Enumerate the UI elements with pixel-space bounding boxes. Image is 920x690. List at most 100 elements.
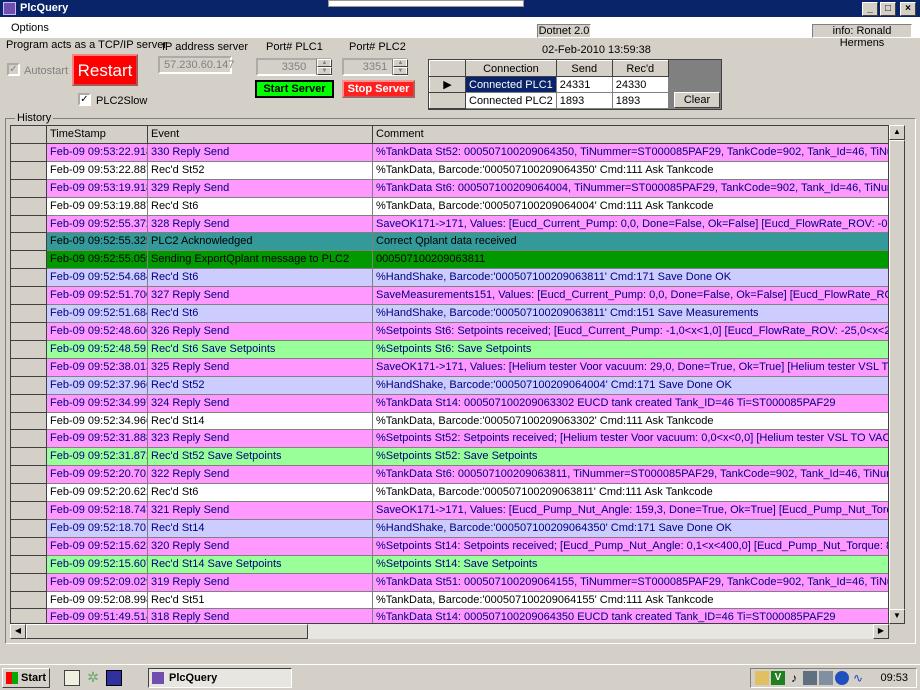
conn-recd[interactable]: 1893 bbox=[611, 92, 669, 109]
table-row[interactable]: Feb-09 09:52:08.998 Rec'd St51 %TankData, … bbox=[11, 591, 888, 610]
ip-address-field[interactable]: 57.230.60.147 bbox=[158, 56, 234, 74]
scroll-up-icon[interactable]: ▲ bbox=[889, 125, 905, 140]
row-header[interactable] bbox=[11, 519, 47, 538]
cell-event[interactable]: 324 Reply Send bbox=[148, 394, 373, 413]
cell-event[interactable]: Rec'd St6 bbox=[148, 305, 373, 323]
plc2slow-checkbox[interactable]: ✓ bbox=[78, 93, 91, 106]
cell-comment[interactable]: %TankData St52: 000507100209064350, TiNu… bbox=[373, 143, 888, 162]
cell-comment[interactable]: %TankData, Barcode:'000507100209064155' … bbox=[373, 591, 888, 610]
cell-comment[interactable]: %HandShake, Barcode:'000507100209064350'… bbox=[373, 519, 888, 538]
table-row[interactable]: Feb-09 09:52:55.372 328 Reply Send SaveOK… bbox=[11, 215, 888, 234]
sound-icon[interactable]: ∿ bbox=[851, 671, 865, 685]
autostart-checkbox[interactable]: ✓ bbox=[7, 63, 20, 76]
table-row[interactable]: Feb-09 09:52:55.059 Sending ExportQplant … bbox=[11, 251, 888, 270]
row-header[interactable] bbox=[11, 573, 47, 592]
row-header[interactable] bbox=[11, 305, 47, 323]
horizontal-scrollbar[interactable]: ◀ ▶ bbox=[10, 624, 889, 639]
vertical-scrollbar[interactable]: ▲ ▼ bbox=[889, 125, 905, 624]
clear-button[interactable]: Clear bbox=[674, 92, 720, 108]
monitor-icon[interactable] bbox=[803, 671, 817, 685]
table-row[interactable]: Feb-09 09:52:55.325 PLC2 Acknowledged Corr… bbox=[11, 233, 888, 252]
cell-timestamp[interactable]: Feb-09 09:52:38.013 bbox=[47, 358, 148, 377]
table-row[interactable]: Feb-09 09:52:34.997 324 Reply Send %TankDa… bbox=[11, 394, 888, 413]
table-row[interactable]: Feb-09 09:52:15.607 Rec'd St14 Save Setpo… bbox=[11, 555, 888, 574]
scroll-left-icon[interactable]: ◀ bbox=[10, 624, 26, 639]
vertical-scroll-thumb[interactable] bbox=[889, 140, 905, 610]
speaker-icon[interactable]: ♪ bbox=[787, 671, 801, 685]
cell-timestamp[interactable]: Feb-09 09:52:20.622 bbox=[47, 484, 148, 503]
table-row[interactable]: Feb-09 09:53:19.887 Rec'd St6 %TankData, B… bbox=[11, 197, 888, 216]
cell-timestamp[interactable]: Feb-09 09:52:20.701 bbox=[47, 466, 148, 485]
table-row[interactable]: Feb-09 09:53:19.918 329 Reply Send %TankDa… bbox=[11, 179, 888, 198]
cell-comment[interactable]: %Setpoints St6: Setpoints received; [Euc… bbox=[373, 322, 888, 341]
cell-timestamp[interactable]: Feb-09 09:52:55.059 bbox=[47, 251, 148, 270]
cell-comment[interactable]: %TankData St51: 000507100209064155, TiNu… bbox=[373, 573, 888, 592]
row-header[interactable] bbox=[11, 143, 47, 162]
spin-down-icon[interactable]: ▼ bbox=[317, 67, 332, 75]
table-row[interactable]: Feb-09 09:52:51.700 327 Reply Send SaveMe… bbox=[11, 287, 888, 306]
cell-timestamp[interactable]: Feb-09 09:52:51.684 bbox=[47, 305, 148, 323]
cell-comment[interactable]: %Setpoints St14: Setpoints received; [Eu… bbox=[373, 537, 888, 556]
port1-spinner[interactable]: ▲ ▼ bbox=[316, 59, 332, 75]
cell-event[interactable]: 321 Reply Send bbox=[148, 502, 373, 520]
row-header[interactable] bbox=[11, 251, 47, 270]
title-bar[interactable]: PlcQuery _ □ × bbox=[0, 0, 920, 17]
cell-comment[interactable]: %Setpoints St52: Save Setpoints bbox=[373, 448, 888, 467]
cell-timestamp[interactable]: Feb-09 09:51:49.514 bbox=[47, 609, 148, 623]
horizontal-scroll-thumb[interactable] bbox=[26, 624, 308, 639]
cell-timestamp[interactable]: Feb-09 09:53:19.887 bbox=[47, 197, 148, 216]
row-header[interactable] bbox=[11, 287, 47, 306]
cell-event[interactable]: Rec'd St6 bbox=[148, 484, 373, 503]
computer-icon[interactable] bbox=[819, 671, 833, 685]
cell-comment[interactable]: %TankData, Barcode:'000507100209064350' … bbox=[373, 161, 888, 180]
cell-timestamp[interactable]: Feb-09 09:52:15.623 bbox=[47, 537, 148, 556]
cell-timestamp[interactable]: Feb-09 09:53:22.887 bbox=[47, 161, 148, 180]
cell-timestamp[interactable]: Feb-09 09:53:19.918 bbox=[47, 179, 148, 198]
cell-timestamp[interactable]: Feb-09 09:52:18.701 bbox=[47, 519, 148, 538]
cell-event[interactable]: Rec'd St6 bbox=[148, 197, 373, 216]
port2-spinner[interactable]: ▲ ▼ bbox=[392, 59, 408, 75]
stop-server-button[interactable]: Stop Server bbox=[342, 80, 415, 98]
row-header[interactable] bbox=[11, 448, 47, 467]
cell-event[interactable]: PLC2 Acknowledged bbox=[148, 233, 373, 252]
cell-timestamp[interactable]: Feb-09 09:52:15.607 bbox=[47, 555, 148, 574]
table-row[interactable]: Feb-09 09:52:54.684 Rec'd St6 %HandShake, … bbox=[11, 269, 888, 288]
header-comment[interactable]: Comment bbox=[373, 126, 888, 144]
spin-down-icon[interactable]: ▼ bbox=[393, 67, 408, 75]
table-row[interactable]: Feb-09 09:52:20.701 322 Reply Send %TankDa… bbox=[11, 466, 888, 485]
cell-event[interactable]: 327 Reply Send bbox=[148, 287, 373, 306]
cell-event[interactable]: Rec'd St51 bbox=[148, 591, 373, 610]
cell-timestamp[interactable]: Feb-09 09:52:31.872 bbox=[47, 448, 148, 467]
table-row[interactable]: Feb-09 09:52:18.701 Rec'd St14 %HandShake,… bbox=[11, 519, 888, 538]
cell-event[interactable]: 322 Reply Send bbox=[148, 466, 373, 485]
settings-icon[interactable]: ✲ bbox=[85, 670, 101, 686]
table-row[interactable]: Feb-09 09:52:09.029 319 Reply Send %TankDa… bbox=[11, 573, 888, 592]
scroll-down-icon[interactable]: ▼ bbox=[889, 609, 905, 624]
table-row[interactable]: Feb-09 09:52:18.747 321 Reply Send SaveOK… bbox=[11, 502, 888, 520]
cell-timestamp[interactable]: Feb-09 09:52:51.700 bbox=[47, 287, 148, 306]
maximize-button[interactable]: □ bbox=[880, 2, 896, 16]
cell-event[interactable]: 325 Reply Send bbox=[148, 358, 373, 377]
row-header[interactable] bbox=[11, 215, 47, 234]
cell-timestamp[interactable]: Feb-09 09:52:09.029 bbox=[47, 573, 148, 592]
row-header[interactable] bbox=[11, 394, 47, 413]
cell-comment[interactable]: %Setpoints St52: Setpoints received; [He… bbox=[373, 430, 888, 449]
cell-timestamp[interactable]: Feb-09 09:53:22.918 bbox=[47, 143, 148, 162]
cell-timestamp[interactable]: Feb-09 09:52:08.998 bbox=[47, 591, 148, 610]
row-header[interactable] bbox=[11, 322, 47, 341]
cell-timestamp[interactable]: Feb-09 09:52:18.747 bbox=[47, 502, 148, 520]
cell-timestamp[interactable]: Feb-09 09:52:55.372 bbox=[47, 215, 148, 234]
cell-comment[interactable]: 000507100209063811 bbox=[373, 251, 888, 270]
cell-comment[interactable]: %TankData, Barcode:'000507100209063811' … bbox=[373, 484, 888, 503]
cell-comment[interactable]: %HandShake, Barcode:'000507100209063811'… bbox=[373, 269, 888, 288]
cell-event[interactable]: Rec'd St14 bbox=[148, 412, 373, 431]
cell-comment[interactable]: %TankData St6: 000507100209063811, TiNum… bbox=[373, 466, 888, 485]
row-header[interactable] bbox=[11, 269, 47, 288]
cell-timestamp[interactable]: Feb-09 09:52:54.684 bbox=[47, 269, 148, 288]
cell-comment[interactable]: %TankData, Barcode:'000507100209063302' … bbox=[373, 412, 888, 431]
cell-event[interactable]: Rec'd St14 bbox=[148, 519, 373, 538]
cell-event[interactable]: Sending ExportQplant message to PLC2 bbox=[148, 251, 373, 270]
row-header[interactable] bbox=[11, 197, 47, 216]
cell-event[interactable]: 328 Reply Send bbox=[148, 215, 373, 234]
row-header[interactable] bbox=[429, 92, 466, 109]
